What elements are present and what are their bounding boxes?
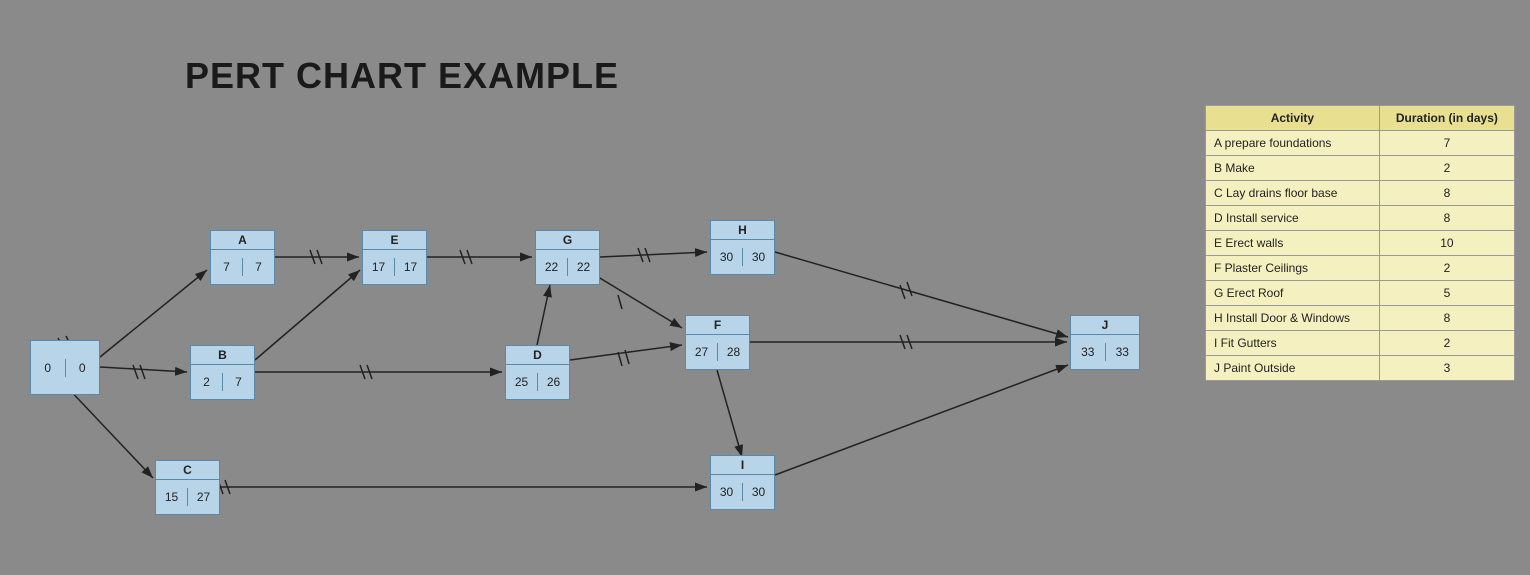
node-val1-C: 15	[156, 488, 188, 506]
node-D: D2526	[505, 345, 570, 400]
node-val1-J: 33	[1071, 343, 1106, 361]
node-J: J3333	[1070, 315, 1140, 370]
node-start: 00	[30, 340, 100, 395]
table-header-duration: Duration (in days)	[1379, 106, 1514, 131]
table-cell-duration: 8	[1379, 206, 1514, 231]
node-val2-H: 30	[743, 248, 774, 266]
node-val2-A: 7	[243, 258, 274, 276]
table-row: D Install service8	[1206, 206, 1515, 231]
node-values-start: 00	[31, 341, 99, 394]
node-I: I3030	[710, 455, 775, 510]
table-row: F Plaster Ceilings2	[1206, 256, 1515, 281]
node-values-E: 1717	[363, 250, 426, 284]
node-values-I: 3030	[711, 475, 774, 509]
table-row: I Fit Gutters2	[1206, 331, 1515, 356]
node-B: B27	[190, 345, 255, 400]
table-cell-duration: 2	[1379, 156, 1514, 181]
node-label-C: C	[156, 461, 219, 480]
table-cell-activity: E Erect walls	[1206, 231, 1380, 256]
table-row: C Lay drains floor base8	[1206, 181, 1515, 206]
activity-table: Activity Duration (in days) A prepare fo…	[1205, 105, 1515, 381]
table-cell-duration: 5	[1379, 281, 1514, 306]
table-cell-activity: D Install service	[1206, 206, 1380, 231]
node-C: C1527	[155, 460, 220, 515]
node-val1-H: 30	[711, 248, 743, 266]
node-values-D: 2526	[506, 365, 569, 399]
table-cell-duration: 2	[1379, 331, 1514, 356]
table-header-activity: Activity	[1206, 106, 1380, 131]
table-cell-activity: F Plaster Ceilings	[1206, 256, 1380, 281]
node-label-J: J	[1071, 316, 1139, 335]
page-title: PERT CHART EXAMPLE	[185, 55, 619, 97]
node-val2-E: 17	[395, 258, 426, 276]
node-val1-start: 0	[31, 359, 66, 377]
table-cell-activity: I Fit Gutters	[1206, 331, 1380, 356]
node-val1-G: 22	[536, 258, 568, 276]
node-val2-start: 0	[66, 359, 100, 377]
table-cell-activity: H Install Door & Windows	[1206, 306, 1380, 331]
table-cell-activity: J Paint Outside	[1206, 356, 1380, 381]
node-val1-E: 17	[363, 258, 395, 276]
node-label-F: F	[686, 316, 749, 335]
node-val2-G: 22	[568, 258, 599, 276]
node-val2-B: 7	[223, 373, 254, 391]
node-val1-D: 25	[506, 373, 538, 391]
node-H: H3030	[710, 220, 775, 275]
table-row: E Erect walls10	[1206, 231, 1515, 256]
table-cell-duration: 8	[1379, 181, 1514, 206]
table-row: J Paint Outside3	[1206, 356, 1515, 381]
node-A: A77	[210, 230, 275, 285]
table-cell-activity: G Erect Roof	[1206, 281, 1380, 306]
node-val2-D: 26	[538, 373, 569, 391]
node-val2-F: 28	[718, 343, 749, 361]
node-values-H: 3030	[711, 240, 774, 274]
table-cell-duration: 10	[1379, 231, 1514, 256]
node-val2-C: 27	[188, 488, 219, 506]
table-cell-duration: 8	[1379, 306, 1514, 331]
table-cell-duration: 2	[1379, 256, 1514, 281]
node-E: E1717	[362, 230, 427, 285]
node-label-I: I	[711, 456, 774, 475]
node-values-A: 77	[211, 250, 274, 284]
table-row: A prepare foundations7	[1206, 131, 1515, 156]
node-val1-A: 7	[211, 258, 243, 276]
node-val1-B: 2	[191, 373, 223, 391]
table-cell-activity: C Lay drains floor base	[1206, 181, 1380, 206]
node-values-F: 2728	[686, 335, 749, 369]
node-label-G: G	[536, 231, 599, 250]
node-label-H: H	[711, 221, 774, 240]
node-values-G: 2222	[536, 250, 599, 284]
node-values-J: 3333	[1071, 335, 1139, 369]
node-label-A: A	[211, 231, 274, 250]
node-values-C: 1527	[156, 480, 219, 514]
table-row: G Erect Roof5	[1206, 281, 1515, 306]
node-label-D: D	[506, 346, 569, 365]
table-cell-activity: B Make	[1206, 156, 1380, 181]
table-cell-duration: 3	[1379, 356, 1514, 381]
node-G: G2222	[535, 230, 600, 285]
node-val1-I: 30	[711, 483, 743, 501]
node-F: F2728	[685, 315, 750, 370]
table-row: B Make2	[1206, 156, 1515, 181]
node-label-B: B	[191, 346, 254, 365]
node-values-B: 27	[191, 365, 254, 399]
node-val2-J: 33	[1106, 343, 1140, 361]
table-cell-duration: 7	[1379, 131, 1514, 156]
node-val2-I: 30	[743, 483, 774, 501]
table-cell-activity: A prepare foundations	[1206, 131, 1380, 156]
node-val1-F: 27	[686, 343, 718, 361]
node-label-E: E	[363, 231, 426, 250]
table-row: H Install Door & Windows8	[1206, 306, 1515, 331]
